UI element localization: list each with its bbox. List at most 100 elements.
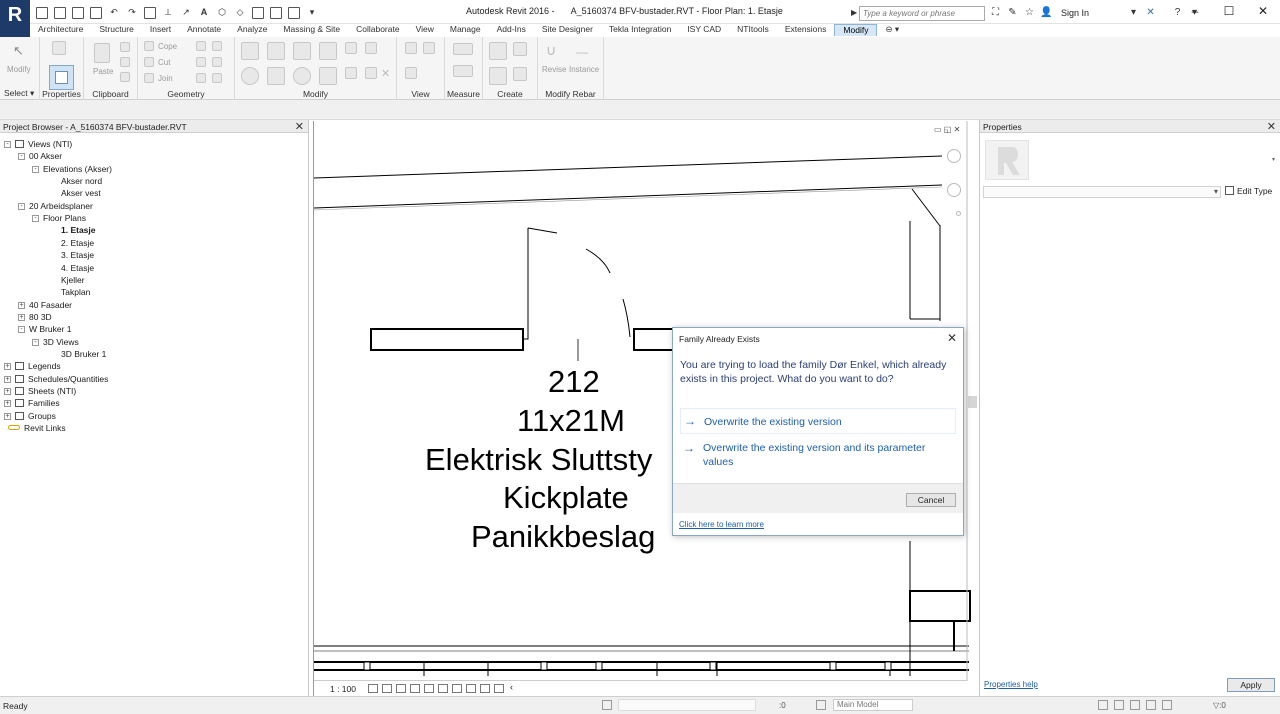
minimize-button[interactable]: – bbox=[1178, 0, 1212, 22]
thin-lines-icon[interactable] bbox=[252, 7, 264, 19]
door-tag-size[interactable]: 11x21M bbox=[517, 403, 625, 439]
hide-element-icon[interactable] bbox=[405, 42, 417, 54]
qat-dropdown-icon[interactable]: ▾ bbox=[306, 7, 318, 19]
move-icon[interactable] bbox=[241, 67, 259, 85]
rotate-icon[interactable] bbox=[293, 67, 311, 85]
copy-icon[interactable] bbox=[120, 57, 130, 67]
detail-level-icon[interactable] bbox=[368, 684, 378, 693]
close-button[interactable]: ✕ bbox=[1246, 0, 1280, 22]
tab-add-ins[interactable]: Add-Ins bbox=[489, 24, 534, 36]
door-tag-number[interactable]: 212 bbox=[548, 364, 600, 400]
close-icon[interactable]: ✕ bbox=[295, 120, 304, 133]
tree-item[interactable]: + Schedules/Quantities bbox=[4, 373, 108, 385]
join-label[interactable]: Join bbox=[158, 74, 173, 83]
properties-icon[interactable] bbox=[49, 65, 74, 90]
tree-item[interactable]: Kjeller bbox=[46, 274, 85, 286]
cut-label[interactable]: Cut bbox=[158, 58, 170, 67]
revit-app-button[interactable]: R▼ bbox=[0, 0, 30, 46]
tree-item[interactable]: +80 3D bbox=[18, 311, 52, 323]
split-icon[interactable] bbox=[345, 42, 357, 54]
sun-path-icon[interactable] bbox=[396, 684, 406, 693]
door-tag-panic-hardware[interactable]: Panikkbeslag bbox=[471, 519, 655, 555]
tab-architecture[interactable]: Architecture bbox=[30, 24, 91, 36]
dialog-close-icon[interactable]: ✕ bbox=[947, 331, 957, 345]
sign-in-link[interactable]: Sign In bbox=[1061, 8, 1089, 18]
temporary-hide-icon[interactable] bbox=[452, 684, 462, 693]
chevron-down-icon[interactable]: ▾ bbox=[1127, 6, 1140, 19]
tab-massing-site[interactable]: Massing & Site bbox=[275, 24, 348, 36]
view-scale[interactable]: 1 : 100 bbox=[330, 684, 356, 694]
demolish-icon[interactable] bbox=[212, 57, 222, 67]
delete-icon[interactable]: ✕ bbox=[381, 67, 391, 80]
tab-site-designer[interactable]: Site Designer bbox=[534, 24, 601, 36]
tab-isy-cad[interactable]: ISY CAD bbox=[679, 24, 729, 36]
crop-view-icon[interactable] bbox=[424, 684, 434, 693]
tree-item[interactable]: Revit Links bbox=[4, 422, 66, 434]
collapse-icon[interactable]: - bbox=[18, 202, 25, 210]
selection-filter-count[interactable]: ▽:0 bbox=[1213, 701, 1226, 710]
paint-icon[interactable] bbox=[212, 41, 222, 51]
tree-item[interactable]: Akser nord bbox=[46, 175, 102, 187]
select-links-icon[interactable] bbox=[1098, 700, 1108, 710]
tab-extensions[interactable]: Extensions bbox=[777, 24, 835, 36]
tab-analyze[interactable]: Analyze bbox=[229, 24, 275, 36]
tab-manage[interactable]: Manage bbox=[442, 24, 489, 36]
wall-joins-icon[interactable] bbox=[196, 57, 206, 67]
switch-windows-icon[interactable] bbox=[288, 7, 300, 19]
cancel-button[interactable]: Cancel bbox=[906, 493, 956, 507]
workset-selector[interactable] bbox=[618, 699, 756, 711]
tab-view[interactable]: View bbox=[408, 24, 442, 36]
search-expand-icon[interactable]: ▶ bbox=[851, 8, 857, 17]
design-options-icon[interactable] bbox=[816, 700, 826, 710]
vertical-scrollbar-thumb[interactable] bbox=[968, 396, 977, 408]
view-window-controls[interactable]: ▭ ◱ ✕ bbox=[934, 125, 960, 134]
learn-more-link[interactable]: Click here to learn more bbox=[679, 520, 764, 529]
favorites-icon[interactable]: ☆ bbox=[1023, 6, 1036, 19]
create-similar-icon[interactable] bbox=[513, 67, 527, 81]
expand-icon[interactable]: + bbox=[4, 400, 11, 408]
tree-item[interactable]: -20 Arbeidsplaner bbox=[18, 200, 93, 212]
exchange-apps-icon[interactable]: ✕ bbox=[1144, 6, 1157, 19]
design-option-field[interactable]: Main Model bbox=[833, 699, 913, 711]
collapse-icon[interactable]: - bbox=[18, 153, 25, 161]
door-tag-kickplate[interactable]: Kickplate bbox=[503, 480, 629, 516]
expand-icon[interactable]: + bbox=[4, 388, 11, 395]
edit-type-button[interactable]: Edit Type bbox=[1225, 186, 1272, 196]
tree-item[interactable]: +40 Fasader bbox=[18, 299, 72, 311]
apply-button[interactable]: Apply bbox=[1227, 678, 1275, 692]
tree-item[interactable]: + Families bbox=[4, 397, 60, 409]
reveal-hidden-icon[interactable] bbox=[466, 684, 476, 693]
tree-item[interactable]: -W Bruker 1 bbox=[18, 323, 72, 335]
redo-icon[interactable]: ↷ bbox=[126, 7, 138, 19]
scale-icon[interactable] bbox=[365, 67, 377, 79]
section-icon[interactable]: ◇ bbox=[234, 7, 246, 19]
tab-tekla-integration[interactable]: Tekla Integration bbox=[601, 24, 679, 36]
measure-icon[interactable]: ⟂ bbox=[162, 7, 174, 19]
expand-icon[interactable]: + bbox=[4, 375, 11, 383]
collapse-icon[interactable]: - bbox=[32, 338, 39, 346]
tree-item[interactable]: + Legends bbox=[4, 360, 61, 372]
undo-icon[interactable]: ↶ bbox=[108, 7, 120, 19]
tree-item[interactable]: - Views (NTI) bbox=[4, 138, 72, 150]
tree-item[interactable]: + Groups bbox=[4, 410, 56, 422]
dimension-icon[interactable]: ↗ bbox=[180, 7, 192, 19]
select-pinned-icon[interactable] bbox=[1130, 700, 1140, 710]
tree-item[interactable]: 3. Etasje bbox=[46, 249, 94, 261]
analytical-model-icon[interactable] bbox=[494, 684, 504, 693]
paste-icon[interactable] bbox=[94, 43, 110, 63]
tree-item[interactable]: Akser vest bbox=[46, 187, 101, 199]
drag-elements-icon[interactable] bbox=[1162, 700, 1172, 710]
subscription-icon[interactable]: ✎ bbox=[1006, 6, 1019, 19]
tab-structure[interactable]: Structure bbox=[91, 24, 142, 36]
3d-view-icon[interactable]: ⬡ bbox=[216, 7, 228, 19]
trim-icon[interactable] bbox=[319, 67, 337, 85]
sync-icon[interactable] bbox=[90, 7, 102, 19]
visual-style-icon[interactable] bbox=[382, 684, 392, 693]
worksets-icon[interactable] bbox=[602, 700, 612, 710]
tree-item[interactable]: 2. Etasje bbox=[46, 237, 94, 249]
collapse-icon[interactable]: - bbox=[4, 141, 11, 148]
navbar-expand-icon[interactable] bbox=[956, 211, 961, 216]
expand-icon[interactable]: + bbox=[4, 363, 11, 371]
select-by-face-icon[interactable] bbox=[1146, 700, 1156, 710]
cope-label[interactable]: Cope bbox=[158, 42, 177, 51]
